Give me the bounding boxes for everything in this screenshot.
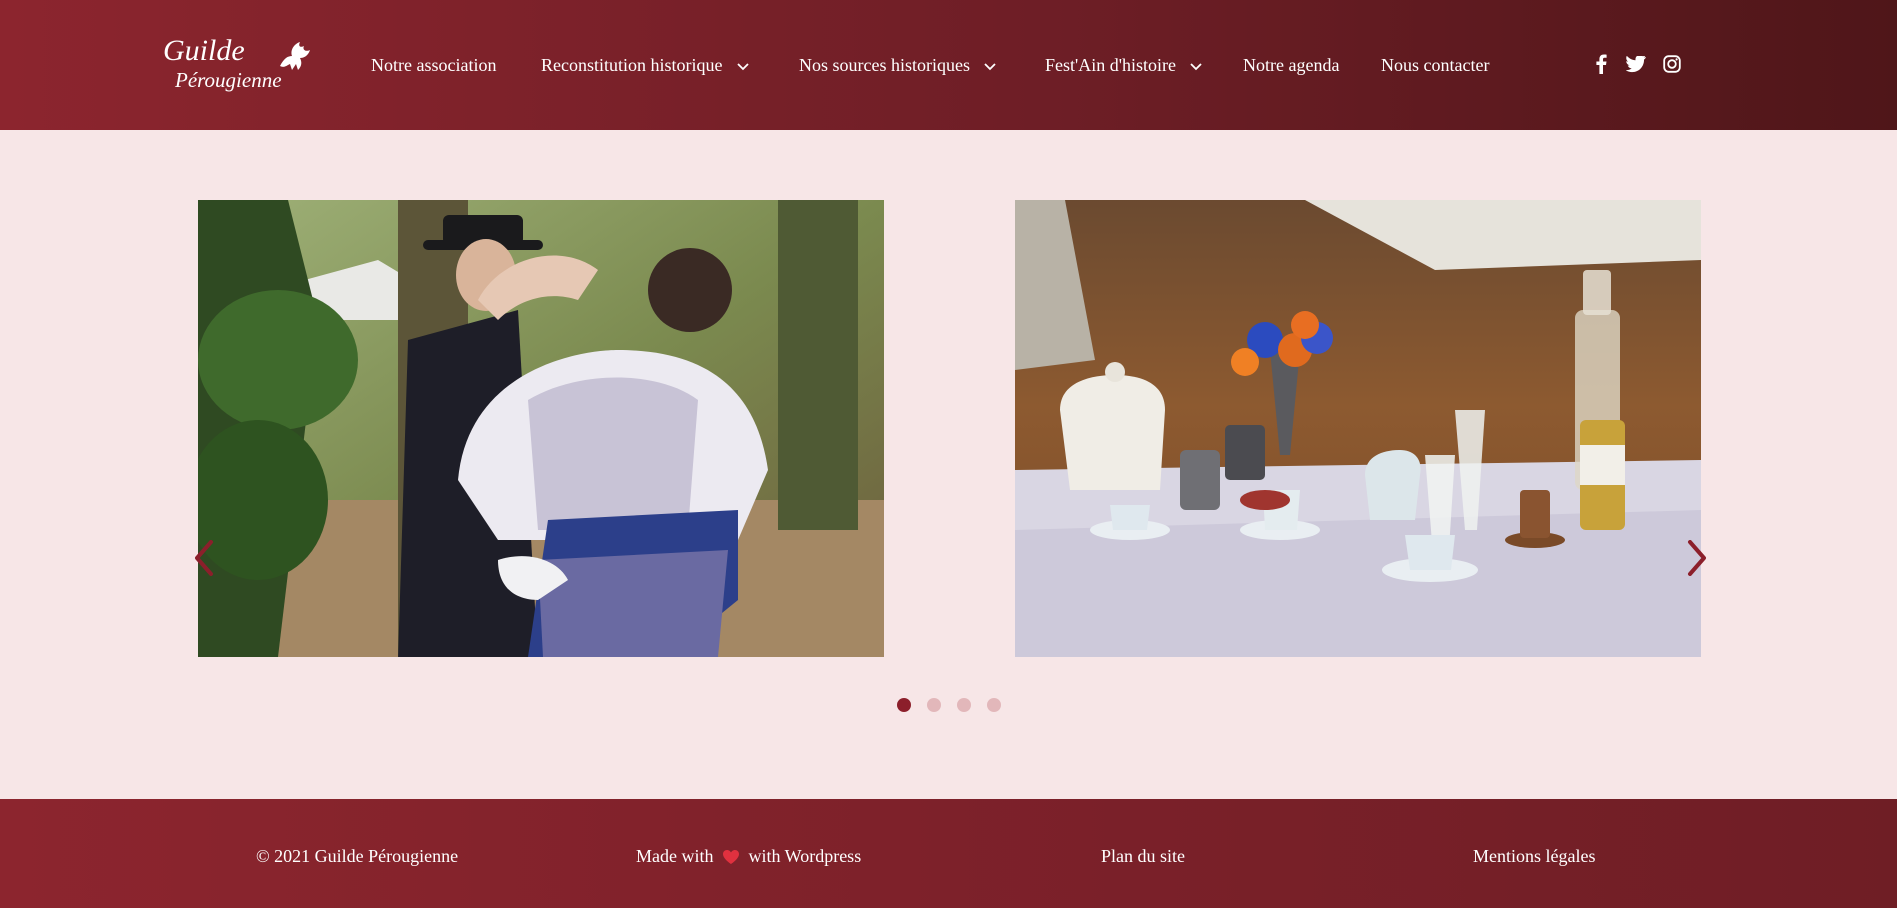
slider-prev-arrow[interactable] bbox=[190, 538, 218, 578]
chevron-down-icon bbox=[737, 63, 749, 71]
nav-item-notre-association[interactable]: Notre association bbox=[371, 52, 496, 78]
nav-label: Notre association bbox=[371, 55, 497, 75]
slide-image-tea-table bbox=[1015, 200, 1701, 657]
nav-item-nous-contacter[interactable]: Nous contacter bbox=[1381, 52, 1489, 78]
chevron-left-icon bbox=[195, 540, 213, 576]
logo-text-line1: Guilde bbox=[163, 34, 245, 67]
nav-label: Reconstitution historique bbox=[541, 55, 723, 75]
site-footer: © 2021 Guilde Pérougienne Made with with… bbox=[0, 799, 1897, 908]
footer-sitemap-link[interactable]: Plan du site bbox=[1101, 844, 1185, 868]
griffin-icon bbox=[280, 42, 310, 70]
footer-legal-link[interactable]: Mentions légales bbox=[1473, 844, 1595, 868]
slider-dot-3[interactable] bbox=[957, 698, 971, 712]
site-header: Guilde Pérougienne Notre association Rec… bbox=[0, 0, 1897, 130]
nav-label: Fest'Ain d'histoire bbox=[1045, 55, 1176, 75]
nav-item-notre-agenda[interactable]: Notre agenda bbox=[1243, 52, 1339, 78]
heart-icon bbox=[722, 850, 739, 864]
chevron-down-icon bbox=[984, 63, 997, 71]
facebook-icon[interactable] bbox=[1590, 52, 1612, 76]
footer-copyright: © 2021 Guilde Pérougienne bbox=[256, 846, 459, 866]
nav-item-nos-sources-historiques[interactable]: Nos sources historiques bbox=[799, 52, 997, 78]
slide-image-couple bbox=[198, 200, 884, 657]
twitter-icon[interactable] bbox=[1625, 52, 1647, 76]
main-content bbox=[0, 130, 1897, 799]
slider-dot-2[interactable] bbox=[927, 698, 941, 712]
nav-label: Notre agenda bbox=[1243, 55, 1340, 75]
slider-dot-4[interactable] bbox=[987, 698, 1001, 712]
instagram-icon[interactable] bbox=[1661, 52, 1683, 76]
chevron-right-icon bbox=[1688, 540, 1706, 576]
footer-made-with: Made with with Wordpress bbox=[636, 844, 861, 868]
nav-label: Nos sources historiques bbox=[799, 55, 970, 75]
logo-text-line2: Pérougienne bbox=[175, 68, 282, 92]
made-with-prefix: Made with bbox=[636, 846, 714, 866]
nav-item-reconstitution-historique[interactable]: Reconstitution historique bbox=[541, 52, 749, 78]
site-logo[interactable]: Guilde Pérougienne bbox=[163, 34, 323, 96]
slider-next-arrow[interactable] bbox=[1683, 538, 1711, 578]
nav-item-fest-ain-d-histoire[interactable]: Fest'Ain d'histoire bbox=[1045, 52, 1203, 78]
made-with-suffix: with Wordpress bbox=[748, 846, 862, 866]
slider-dot-1[interactable] bbox=[897, 698, 911, 712]
nav-label: Nous contacter bbox=[1381, 55, 1490, 75]
chevron-down-icon bbox=[1190, 63, 1203, 71]
